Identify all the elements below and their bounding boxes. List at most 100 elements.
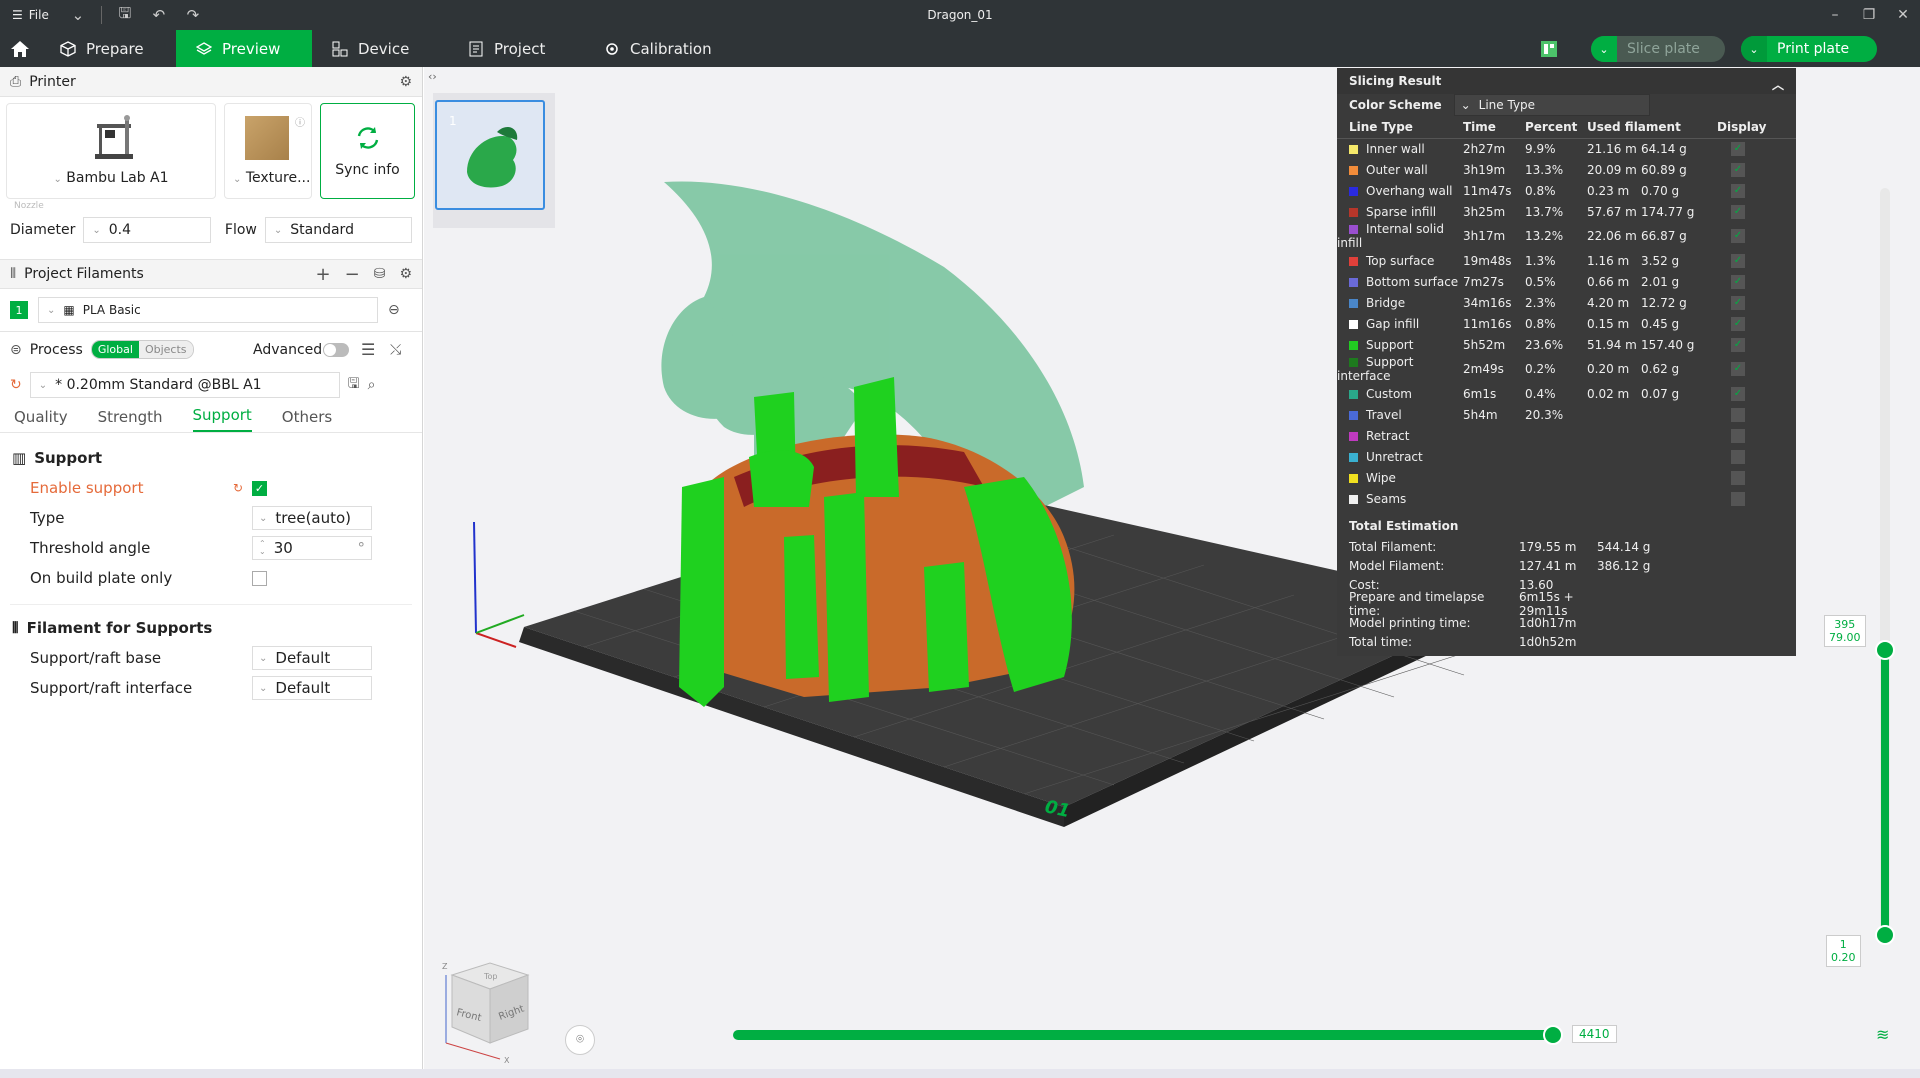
tab-device[interactable]: Device <box>312 30 448 67</box>
flow-value: Standard <box>290 222 354 238</box>
support-interface-select[interactable]: ⌄ Default <box>252 676 372 700</box>
display-checkbox[interactable]: ✓ <box>1731 229 1745 244</box>
move-slider[interactable] <box>733 1025 1563 1045</box>
close-icon[interactable]: ✕ <box>1886 0 1920 30</box>
move-slider-handle[interactable] <box>1543 1025 1563 1045</box>
flow-select[interactable]: ⌄ Standard <box>264 217 412 243</box>
flow-label: Flow <box>224 222 257 238</box>
tab-calibration[interactable]: Calibration <box>584 30 732 67</box>
stepper-icon[interactable]: ⌃ ⌄ <box>259 540 266 556</box>
redo-icon[interactable]: ↷ <box>176 6 210 24</box>
display-checkbox[interactable]: ✓ <box>1731 316 1745 331</box>
reset-icon[interactable]: ↻ <box>233 481 243 495</box>
collapse-panel-icon[interactable]: ‹› <box>428 70 437 83</box>
slice-plate-button[interactable]: ⌄ Slice plate <box>1591 36 1725 62</box>
display-checkbox[interactable]: ✓ <box>1731 204 1745 219</box>
display-checkbox[interactable]: ✓ <box>1731 386 1745 401</box>
top-layer-number: 395 <box>1834 618 1856 631</box>
gear-icon[interactable]: ⚙ <box>399 74 412 90</box>
file-menu-button[interactable]: ☰ File <box>0 8 61 22</box>
process-preset-select[interactable]: ⌄ * 0.20mm Standard @BBL A1 <box>29 372 340 398</box>
tab-device-label: Device <box>358 39 410 58</box>
chevron-down-icon[interactable]: ⌄ <box>1741 36 1767 62</box>
global-objects-toggle[interactable]: Global Objects <box>90 340 194 359</box>
tab-others[interactable]: Others <box>282 408 332 432</box>
search-icon[interactable]: ⌕ <box>368 377 376 393</box>
camera-reset-icon[interactable]: ⌾ <box>565 1025 595 1055</box>
list-icon[interactable]: ☰ <box>361 340 375 359</box>
display-checkbox[interactable]: ✓ <box>1731 337 1745 352</box>
save-preset-icon[interactable]: 🖫 <box>348 373 360 397</box>
tab-project[interactable]: Project <box>448 30 584 67</box>
plate-layout-icon[interactable] <box>1540 40 1558 62</box>
line-type-row: Support interface 2m49s 0.2% 0.20 m 0.62 g ✓ <box>1337 355 1796 383</box>
tab-preview[interactable]: Preview <box>176 30 312 67</box>
display-checkbox[interactable] <box>1731 470 1745 485</box>
minimize-icon[interactable]: – <box>1818 0 1852 30</box>
compare-icon[interactable]: ⤯ <box>390 342 401 358</box>
info-icon[interactable]: ⓘ <box>295 114 305 129</box>
tab-support[interactable]: Support <box>192 406 252 432</box>
advanced-toggle[interactable] <box>323 343 349 357</box>
filament-sync-icon[interactable]: ⛁ <box>374 266 386 282</box>
diameter-select[interactable]: ⌄ 0.4 <box>83 217 211 243</box>
display-checkbox[interactable]: ✓ <box>1731 295 1745 310</box>
chevron-down-icon[interactable]: ⌄ <box>1591 36 1617 62</box>
remove-icon[interactable]: − <box>345 264 360 285</box>
display-checkbox[interactable] <box>1731 491 1745 506</box>
slicing-result-header: Slicing Result ︿ <box>1337 68 1796 94</box>
save-icon[interactable]: 🖫 <box>108 3 142 28</box>
seg-objects[interactable]: Objects <box>138 341 193 358</box>
plate-thumbnail[interactable]: 1 <box>435 100 545 210</box>
filaments-header: Project Filaments <box>24 266 144 282</box>
reset-icon[interactable]: ↻ <box>10 377 22 393</box>
tab-prepare[interactable]: Prepare <box>40 30 176 67</box>
sync-info-label: Sync info <box>335 162 400 178</box>
threshold-input[interactable]: ⌃ ⌄ 30 ° <box>252 536 372 560</box>
total-row: Prepare and timelapse time: 6m15s + 29m11… <box>1337 590 1796 618</box>
process-header: ⊜ Process Global Objects Advanced ☰ ⤯ <box>0 331 422 367</box>
home-button[interactable] <box>0 30 40 67</box>
collapse-icon[interactable]: ︿ <box>1772 76 1784 93</box>
build-plate-only-checkbox[interactable] <box>252 570 267 586</box>
layer-slider-bottom-handle[interactable] <box>1875 925 1895 945</box>
display-checkbox[interactable] <box>1731 449 1745 464</box>
display-checkbox[interactable]: ✓ <box>1731 274 1745 289</box>
printer-select[interactable]: ⌄ Bambu Lab A1 <box>6 103 216 199</box>
enable-support-checkbox[interactable]: ✓ <box>252 480 267 496</box>
sync-info-button[interactable]: Sync info <box>320 103 415 199</box>
display-checkbox[interactable]: ✓ <box>1731 142 1745 156</box>
display-checkbox[interactable] <box>1731 428 1745 443</box>
layers-icon[interactable]: ≋ <box>1876 1025 1889 1044</box>
line-type-length: 0.02 m <box>1587 386 1630 401</box>
filament-row: 1 ⌄ ▦ PLA Basic ⊖ <box>0 289 422 331</box>
display-checkbox[interactable]: ✓ <box>1731 362 1745 377</box>
layer-slider-top-handle[interactable] <box>1875 640 1895 660</box>
chevron-down-icon[interactable]: ⌄ <box>61 6 95 24</box>
more-options-icon[interactable]: ⊖ <box>388 302 400 318</box>
display-checkbox[interactable] <box>1731 407 1745 422</box>
layer-slider[interactable] <box>1880 188 1890 940</box>
seg-global[interactable]: Global <box>91 341 139 358</box>
display-checkbox[interactable]: ✓ <box>1731 183 1745 198</box>
display-checkbox[interactable]: ✓ <box>1731 162 1745 177</box>
filament-select[interactable]: ⌄ ▦ PLA Basic <box>38 297 378 323</box>
tab-strength[interactable]: Strength <box>98 408 163 432</box>
add-icon[interactable]: + <box>316 264 331 285</box>
preset-row: ↻ ⌄ * 0.20mm Standard @BBL A1 🖫 ⌕ <box>0 367 422 403</box>
gear-icon[interactable]: ⚙ <box>399 266 412 282</box>
col-time: Time <box>1463 116 1525 139</box>
type-select[interactable]: ⌄ tree(auto) <box>252 506 372 530</box>
print-plate-button[interactable]: ⌄ Print plate <box>1741 36 1877 62</box>
restore-icon[interactable]: ❐ <box>1852 0 1886 30</box>
plate-type-select[interactable]: ⓘ ⌄ Texture... <box>224 103 312 199</box>
tab-quality[interactable]: Quality <box>14 408 68 432</box>
color-scheme-select[interactable]: ⌄ Line Type <box>1453 94 1650 116</box>
view-cube[interactable]: Front Right Top Z X <box>440 955 540 1065</box>
display-checkbox[interactable]: ✓ <box>1731 253 1745 268</box>
chevron-down-icon: ⌄ <box>47 304 56 316</box>
support-base-select[interactable]: ⌄ Default <box>252 646 372 670</box>
line-type-row: Travel 5h4m 20.3% <box>1337 404 1796 425</box>
filament-index-badge[interactable]: 1 <box>10 301 28 319</box>
undo-icon[interactable]: ↶ <box>142 6 176 24</box>
